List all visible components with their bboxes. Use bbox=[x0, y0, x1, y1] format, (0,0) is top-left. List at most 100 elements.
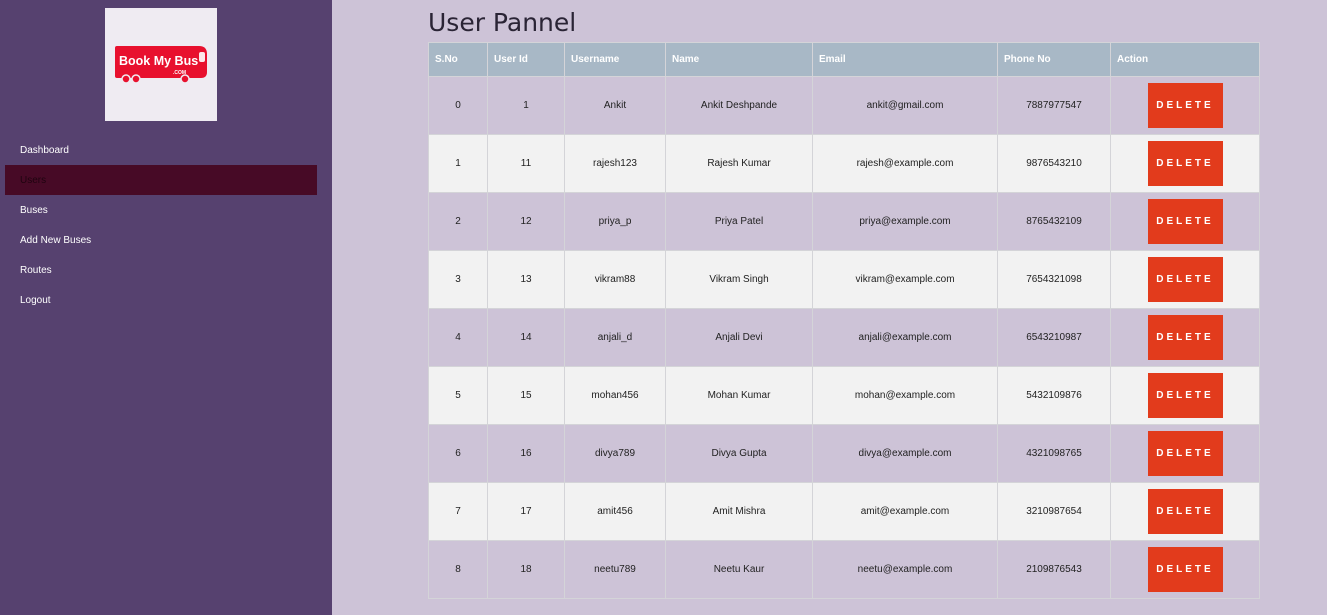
cell-username: neetu789 bbox=[564, 540, 666, 599]
cell-username: divya789 bbox=[564, 424, 666, 483]
cell-sno: 0 bbox=[428, 76, 488, 135]
cell-username: amit456 bbox=[564, 482, 666, 541]
sidebar-item-dashboard[interactable]: Dashboard bbox=[5, 135, 317, 165]
cell-user-id: 18 bbox=[487, 540, 565, 599]
cell-name: Amit Mishra bbox=[665, 482, 813, 541]
cell-name: Divya Gupta bbox=[665, 424, 813, 483]
column-header-phone: Phone No bbox=[997, 42, 1111, 77]
cell-action: DELETE bbox=[1110, 424, 1260, 483]
sidebar-item-label: Add New Buses bbox=[20, 234, 92, 246]
cell-username: Ankit bbox=[564, 76, 666, 135]
cell-action: DELETE bbox=[1110, 482, 1260, 541]
cell-sno: 5 bbox=[428, 366, 488, 425]
sidebar: Book My Bus .COM Dashboard Users Buses A… bbox=[0, 0, 332, 615]
sidebar-item-users[interactable]: Users bbox=[5, 165, 317, 195]
cell-email: rajesh@example.com bbox=[812, 134, 998, 193]
cell-user-id: 1 bbox=[487, 76, 565, 135]
cell-action: DELETE bbox=[1110, 134, 1260, 193]
sidebar-item-routes[interactable]: Routes bbox=[5, 255, 317, 285]
table-row: 3 13 vikram88 Vikram Singh vikram@exampl… bbox=[428, 250, 1260, 309]
bus-logo-icon: Book My Bus .COM bbox=[115, 46, 207, 84]
cell-user-id: 12 bbox=[487, 192, 565, 251]
delete-button[interactable]: DELETE bbox=[1147, 489, 1223, 534]
sidebar-item-logout[interactable]: Logout bbox=[5, 285, 317, 315]
delete-button[interactable]: DELETE bbox=[1147, 199, 1223, 244]
cell-sno: 8 bbox=[428, 540, 488, 599]
delete-button[interactable]: DELETE bbox=[1147, 141, 1223, 186]
cell-email: neetu@example.com bbox=[812, 540, 998, 599]
cell-sno: 7 bbox=[428, 482, 488, 541]
page-title: User Pannel bbox=[428, 8, 577, 37]
cell-phone: 6543210987 bbox=[997, 308, 1111, 367]
cell-username: vikram88 bbox=[564, 250, 666, 309]
delete-button[interactable]: DELETE bbox=[1147, 257, 1223, 302]
cell-user-id: 14 bbox=[487, 308, 565, 367]
cell-name: Anjali Devi bbox=[665, 308, 813, 367]
cell-name: Mohan Kumar bbox=[665, 366, 813, 425]
delete-button[interactable]: DELETE bbox=[1147, 315, 1223, 360]
svg-text:Book My Bus: Book My Bus bbox=[119, 54, 198, 68]
cell-phone: 5432109876 bbox=[997, 366, 1111, 425]
cell-phone: 7887977547 bbox=[997, 76, 1111, 135]
table-row: 1 11 rajesh123 Rajesh Kumar rajesh@examp… bbox=[428, 134, 1260, 193]
svg-text:.COM: .COM bbox=[173, 70, 186, 76]
column-header-action: Action bbox=[1110, 42, 1260, 77]
cell-action: DELETE bbox=[1110, 250, 1260, 309]
cell-username: mohan456 bbox=[564, 366, 666, 425]
cell-email: divya@example.com bbox=[812, 424, 998, 483]
column-header-username: Username bbox=[564, 42, 666, 77]
cell-phone: 4321098765 bbox=[997, 424, 1111, 483]
cell-phone: 2109876543 bbox=[997, 540, 1111, 599]
cell-name: Rajesh Kumar bbox=[665, 134, 813, 193]
cell-phone: 3210987654 bbox=[997, 482, 1111, 541]
cell-user-id: 15 bbox=[487, 366, 565, 425]
cell-phone: 9876543210 bbox=[997, 134, 1111, 193]
sidebar-item-label: Routes bbox=[20, 264, 52, 276]
cell-email: priya@example.com bbox=[812, 192, 998, 251]
delete-button[interactable]: DELETE bbox=[1147, 83, 1223, 128]
sidebar-item-label: Logout bbox=[20, 294, 51, 306]
sidebar-nav: Dashboard Users Buses Add New Buses Rout… bbox=[5, 135, 317, 315]
logo[interactable]: Book My Bus .COM bbox=[105, 8, 217, 121]
sidebar-item-label: Users bbox=[20, 174, 47, 186]
cell-action: DELETE bbox=[1110, 192, 1260, 251]
table-row: 6 16 divya789 Divya Gupta divya@example.… bbox=[428, 424, 1260, 483]
cell-sno: 4 bbox=[428, 308, 488, 367]
table-row: 4 14 anjali_d Anjali Devi anjali@example… bbox=[428, 308, 1260, 367]
cell-username: anjali_d bbox=[564, 308, 666, 367]
cell-sno: 6 bbox=[428, 424, 488, 483]
cell-sno: 1 bbox=[428, 134, 488, 193]
table-row: 7 17 amit456 Amit Mishra amit@example.co… bbox=[428, 482, 1260, 541]
sidebar-item-buses[interactable]: Buses bbox=[5, 195, 317, 225]
cell-email: anjali@example.com bbox=[812, 308, 998, 367]
sidebar-item-label: Dashboard bbox=[20, 144, 69, 156]
sidebar-item-add-new-buses[interactable]: Add New Buses bbox=[5, 225, 317, 255]
table-row: 0 1 Ankit Ankit Deshpande ankit@gmail.co… bbox=[428, 76, 1260, 135]
cell-sno: 2 bbox=[428, 192, 488, 251]
column-header-name: Name bbox=[665, 42, 813, 77]
delete-button[interactable]: DELETE bbox=[1147, 373, 1223, 418]
cell-name: Priya Patel bbox=[665, 192, 813, 251]
cell-user-id: 17 bbox=[487, 482, 565, 541]
delete-button[interactable]: DELETE bbox=[1147, 431, 1223, 476]
table-row: 8 18 neetu789 Neetu Kaur neetu@example.c… bbox=[428, 540, 1260, 599]
cell-user-id: 16 bbox=[487, 424, 565, 483]
cell-email: amit@example.com bbox=[812, 482, 998, 541]
table-row: 5 15 mohan456 Mohan Kumar mohan@example.… bbox=[428, 366, 1260, 425]
users-table: S.No User Id Username Name Email Phone N… bbox=[428, 42, 1260, 599]
cell-name: Neetu Kaur bbox=[665, 540, 813, 599]
column-header-email: Email bbox=[812, 42, 998, 77]
column-header-sno: S.No bbox=[428, 42, 488, 77]
cell-user-id: 11 bbox=[487, 134, 565, 193]
cell-action: DELETE bbox=[1110, 540, 1260, 599]
cell-action: DELETE bbox=[1110, 308, 1260, 367]
cell-username: rajesh123 bbox=[564, 134, 666, 193]
cell-action: DELETE bbox=[1110, 76, 1260, 135]
cell-user-id: 13 bbox=[487, 250, 565, 309]
cell-name: Vikram Singh bbox=[665, 250, 813, 309]
cell-action: DELETE bbox=[1110, 366, 1260, 425]
table-row: 2 12 priya_p Priya Patel priya@example.c… bbox=[428, 192, 1260, 251]
cell-name: Ankit Deshpande bbox=[665, 76, 813, 135]
delete-button[interactable]: DELETE bbox=[1147, 547, 1223, 592]
cell-phone: 7654321098 bbox=[997, 250, 1111, 309]
